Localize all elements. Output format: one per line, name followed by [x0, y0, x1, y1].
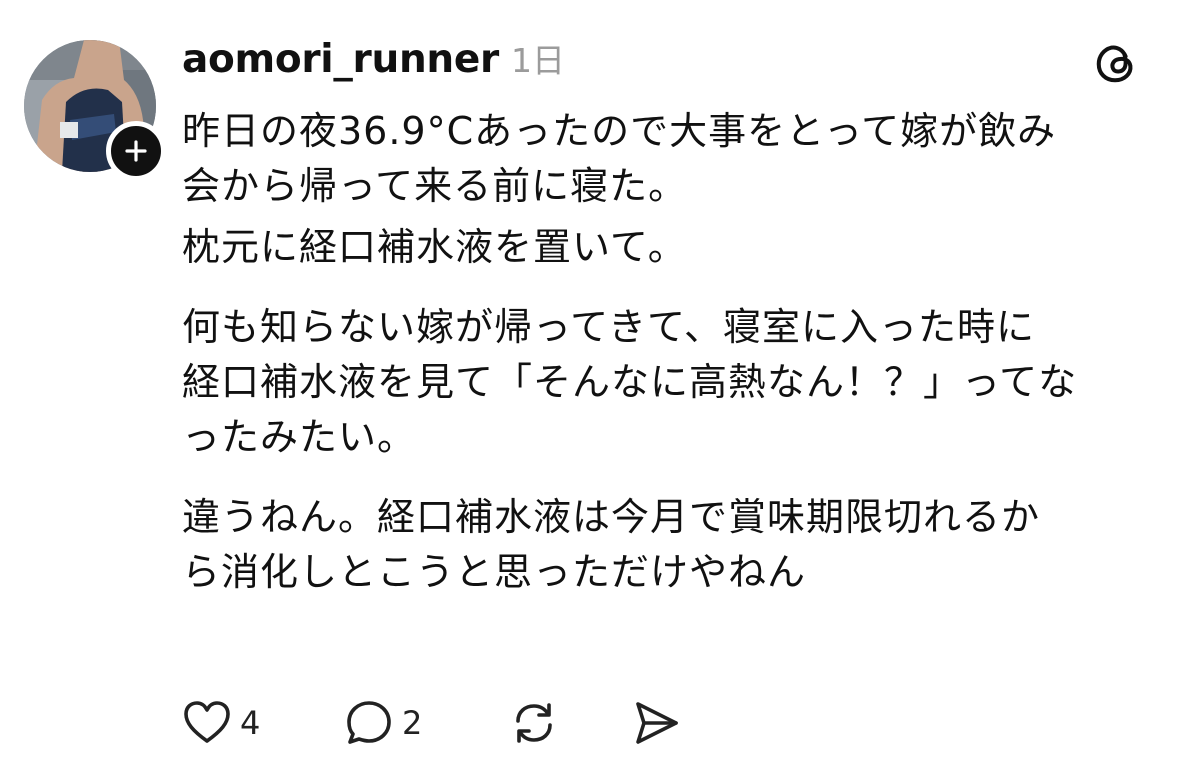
plus-icon	[125, 140, 147, 162]
username[interactable]: aomori_runner	[182, 37, 499, 82]
post-timestamp: 1日	[510, 41, 565, 80]
post-paragraph: 昨日の夜36.9°Cあったので大事をとって嫁が飲み 会から帰って来る前に寝た。	[182, 109, 1057, 208]
reply-count: 2	[402, 704, 423, 742]
like-count: 4	[240, 704, 261, 742]
repost-button[interactable]	[508, 695, 560, 751]
comment-bubble-icon	[347, 701, 391, 744]
post-header: aomori_runner 1日	[182, 34, 565, 86]
like-button[interactable]: 4	[182, 695, 260, 751]
threads-logo-icon	[1096, 45, 1133, 83]
post-body: 昨日の夜36.9°Cあったので大事をとって嫁が飲み 会から帰って来る前に寝た。 …	[182, 104, 1162, 600]
share-button[interactable]	[630, 695, 682, 751]
post-paragraph: 何も知らない嫁が帰ってきて、寝室に入った時に 経口補水液を見て「そんなに高熱なん…	[182, 305, 1078, 459]
follow-button[interactable]	[106, 121, 166, 181]
post-paragraph: 違うねん。経口補水液は今月で賞味期限切れるか ら消化しとこうと思っただけやねん	[182, 495, 1041, 594]
send-icon	[636, 702, 678, 744]
repost-icon	[516, 703, 552, 743]
heart-icon	[184, 701, 230, 743]
post-paragraph: 枕元に経口補水液を置いて。	[182, 225, 687, 269]
action-bar: 4 2	[182, 695, 702, 751]
reply-button[interactable]: 2	[344, 695, 422, 751]
